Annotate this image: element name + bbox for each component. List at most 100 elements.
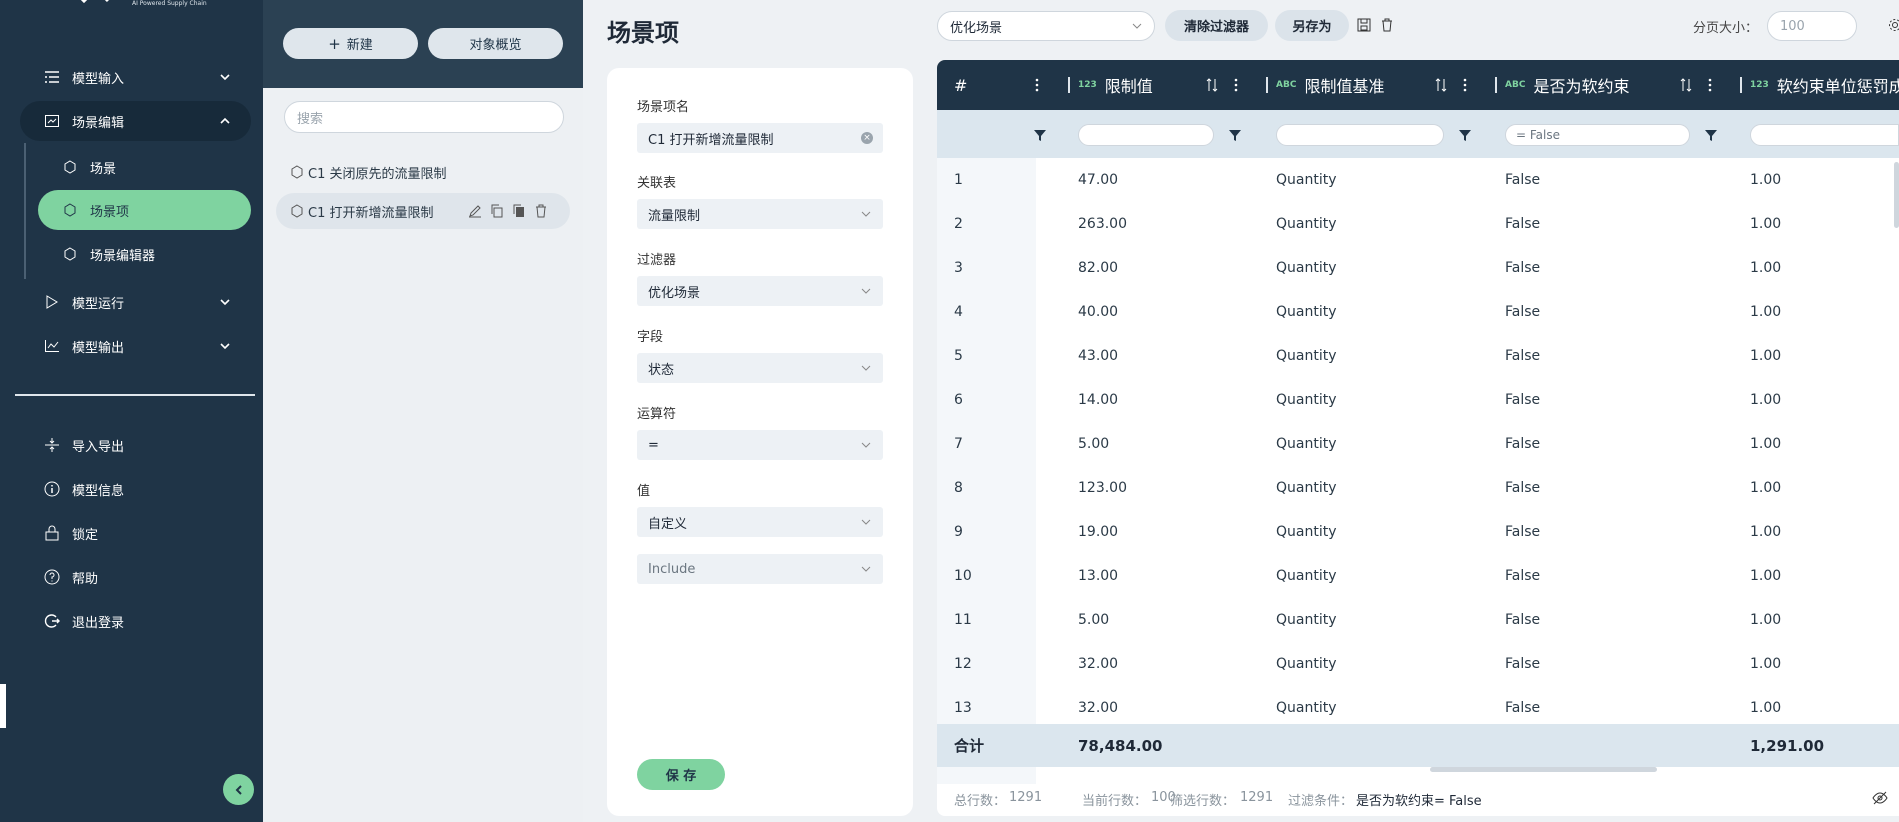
- filter-input-soft-constraint[interactable]: = False: [1505, 124, 1690, 146]
- grid-body: 1 47.00 Quantity False 1.00 2 263.00 Quantity Fa…: [937, 158, 1899, 784]
- copy-icon[interactable]: [490, 204, 504, 218]
- table-row[interactable]: 9 19.00 Quantity False 1.00: [937, 510, 1899, 554]
- cell-penalty: 1.00: [1750, 216, 1782, 232]
- chart-icon: [44, 113, 60, 129]
- subnav-scene[interactable]: 场景: [38, 147, 251, 187]
- nav-logout[interactable]: 退出登录: [20, 601, 251, 641]
- delete-icon[interactable]: [534, 204, 548, 218]
- column-menu-icon[interactable]: [1703, 78, 1717, 92]
- nav-label: 锁定: [72, 527, 99, 543]
- clear-icon[interactable]: ×: [861, 132, 873, 144]
- table-row[interactable]: 1 47.00 Quantity False 1.00: [937, 158, 1899, 202]
- cell-limit: 14.00: [1078, 392, 1119, 408]
- filter-soft-value: = False: [1516, 128, 1560, 142]
- table-row[interactable]: 11 5.00 Quantity False 1.00: [937, 598, 1899, 642]
- edit-icon[interactable]: [468, 204, 482, 218]
- cell-soft-constraint: False: [1505, 612, 1541, 628]
- cell-limit-basis: Quantity: [1276, 480, 1337, 496]
- nav-import-export[interactable]: 导入导出: [20, 425, 251, 465]
- sort-icon[interactable]: [1434, 78, 1448, 92]
- table-row[interactable]: 2 263.00 Quantity False 1.00: [937, 202, 1899, 246]
- logo-mark: [70, 0, 126, 11]
- nav-model-info[interactable]: 模型信息: [20, 469, 251, 509]
- scene-select[interactable]: 优化场景: [937, 11, 1155, 41]
- name-input[interactable]: C1 打开新增流量限制 ×: [637, 123, 883, 153]
- filter-icon[interactable]: [1704, 128, 1718, 142]
- collapse-sidebar-button[interactable]: [223, 774, 254, 805]
- cell-index: 1: [954, 172, 963, 188]
- cell-soft-constraint: False: [1505, 656, 1541, 672]
- subnav-scene-item[interactable]: 场景项: [38, 190, 251, 230]
- window-edge: [0, 684, 6, 728]
- eye-off-icon[interactable]: [1872, 790, 1888, 806]
- overview-button-label: 对象概览: [469, 38, 522, 53]
- new-button[interactable]: + 新建: [283, 28, 418, 59]
- sort-icon[interactable]: [1679, 78, 1693, 92]
- table-select[interactable]: 流量限制: [637, 199, 883, 229]
- object-list-item[interactable]: C1 关闭原先的流量限制: [276, 154, 570, 190]
- save-button-label: 保 存: [665, 769, 697, 784]
- vertical-scrollbar[interactable]: [1894, 162, 1899, 228]
- table-row[interactable]: 4 40.00 Quantity False 1.00: [937, 290, 1899, 334]
- column-menu-icon[interactable]: [1229, 78, 1243, 92]
- cell-penalty: 1.00: [1750, 172, 1782, 188]
- operator-select[interactable]: =: [637, 430, 883, 460]
- table-row[interactable]: 6 14.00 Quantity False 1.00: [937, 378, 1899, 422]
- subnav-label: 场景编辑器: [90, 248, 156, 264]
- lock-icon: [44, 525, 60, 541]
- subnav-scene-editor[interactable]: 场景编辑器: [38, 234, 251, 274]
- filter-clear-icon[interactable]: [1033, 128, 1047, 142]
- column-menu-icon[interactable]: [1458, 78, 1472, 92]
- duplicate-icon[interactable]: [512, 204, 526, 218]
- column-header-soft-constraint[interactable]: ABC 是否为软约束: [1495, 60, 1629, 110]
- object-search-input[interactable]: 搜索: [284, 101, 564, 133]
- grid-footer: 合计 78,484.00 1,291.00: [937, 724, 1899, 767]
- total-rows-label: 总行数：: [954, 794, 1007, 809]
- column-header-index[interactable]: #: [954, 60, 967, 110]
- save-as-button[interactable]: 另存为: [1275, 10, 1349, 41]
- delete-icon[interactable]: [1380, 18, 1394, 32]
- cell-limit-basis: Quantity: [1276, 568, 1337, 584]
- gear-icon[interactable]: [1888, 18, 1899, 32]
- column-menu-icon[interactable]: [1030, 78, 1044, 92]
- table-row[interactable]: 3 82.00 Quantity False 1.00: [937, 246, 1899, 290]
- table-row[interactable]: 7 5.00 Quantity False 1.00: [937, 422, 1899, 466]
- filter-icon[interactable]: [1458, 128, 1472, 142]
- column-header-penalty[interactable]: 123 软约束单位惩罚成: [1740, 60, 1899, 110]
- hexagon-icon: [62, 246, 78, 262]
- save-button[interactable]: 保 存: [637, 759, 725, 790]
- nav-lock[interactable]: 锁定: [20, 513, 251, 553]
- object-list-item-selected[interactable]: C1 打开新增流量限制: [276, 193, 570, 229]
- column-header-limit-basis[interactable]: ABC 限制值基准: [1266, 60, 1385, 110]
- field-select[interactable]: 状态: [637, 353, 883, 383]
- value-select[interactable]: 自定义: [637, 507, 883, 537]
- column-label: 限制值基准: [1304, 77, 1385, 96]
- filter-select[interactable]: 优化场景: [637, 276, 883, 306]
- nav-help[interactable]: 帮助: [20, 557, 251, 597]
- nav-model-run[interactable]: 模型运行: [20, 282, 251, 322]
- chevron-left-icon: [235, 784, 242, 795]
- nav-model-output[interactable]: 模型输出: [20, 326, 251, 366]
- nav-scene-edit[interactable]: 场景编辑: [20, 101, 251, 141]
- cell-soft-constraint: False: [1505, 568, 1541, 584]
- filter-icon[interactable]: [1228, 128, 1242, 142]
- overview-button[interactable]: 对象概览: [428, 28, 563, 59]
- filter-input-penalty[interactable]: [1750, 124, 1899, 146]
- footer-limit-total: 78,484.00: [1078, 736, 1163, 755]
- table-row[interactable]: 5 43.00 Quantity False 1.00: [937, 334, 1899, 378]
- page-size-input[interactable]: 100: [1767, 11, 1857, 41]
- sort-icon[interactable]: [1205, 78, 1219, 92]
- nav-model-input[interactable]: 模型输入: [20, 57, 251, 97]
- column-header-limit[interactable]: 123 限制值: [1068, 60, 1153, 110]
- clear-filter-button[interactable]: 清除过滤器: [1165, 10, 1268, 41]
- cell-limit: 19.00: [1078, 524, 1119, 540]
- horizontal-scrollbar[interactable]: [1430, 767, 1657, 772]
- filter-input-limit[interactable]: [1078, 124, 1214, 146]
- include-select[interactable]: Include: [637, 554, 883, 584]
- table-row[interactable]: 8 123.00 Quantity False 1.00: [937, 466, 1899, 510]
- filter-input-limit-basis[interactable]: [1276, 124, 1444, 146]
- object-panel: + 新建 对象概览 搜索 C1 关闭原先的流量限制 C1 打开新增流量限制: [263, 0, 583, 822]
- table-row[interactable]: 10 13.00 Quantity False 1.00: [937, 554, 1899, 598]
- save-icon[interactable]: [1357, 18, 1371, 32]
- table-row[interactable]: 12 32.00 Quantity False 1.00: [937, 642, 1899, 686]
